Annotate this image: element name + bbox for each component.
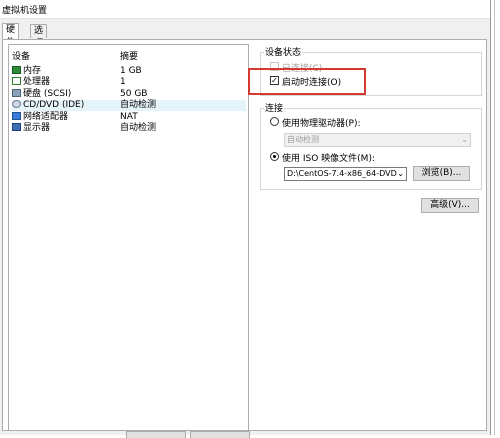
- device-row-cd-dvd[interactable]: CD/DVD (IDE) 自动检测: [12, 100, 246, 111]
- window-edge: [491, 0, 500, 435]
- iso-path-combo[interactable]: D:\CentOS-7.4-x86_64-DVD ⌄: [284, 167, 407, 181]
- device-row-network-adapter[interactable]: 网络适配器 NAT: [12, 112, 246, 123]
- device-name: 显示器: [23, 123, 51, 133]
- device-row-processor[interactable]: 处理器 1: [12, 77, 246, 88]
- cd-dvd-icon: [12, 100, 21, 108]
- hard-disk-icon: [12, 89, 21, 97]
- device-row-hard-disk[interactable]: 硬盘 (SCSI) 50 GB: [12, 89, 246, 100]
- column-summary[interactable]: 摘要: [120, 52, 138, 63]
- column-device[interactable]: 设备: [12, 52, 30, 63]
- title-bar: 虚拟机设置: [0, 0, 490, 19]
- chevron-down-icon: ⌄: [397, 168, 404, 180]
- device-summary: NAT: [120, 112, 138, 122]
- device-summary: 50 GB: [120, 89, 148, 99]
- device-name: 网络适配器: [23, 112, 69, 122]
- iso-image-label: 使用 ISO 映像文件(M):: [282, 154, 375, 164]
- chevron-down-icon: ⌄: [461, 135, 468, 144]
- iso-image-radio[interactable]: [270, 152, 279, 161]
- connection-title: 连接: [264, 101, 285, 114]
- memory-icon: [12, 66, 21, 74]
- tab-options[interactable]: 选项: [30, 24, 48, 49]
- browse-button[interactable]: 浏览(B)...: [413, 166, 470, 181]
- device-list: 设备 摘要 内存 1 GB 处理器 1 硬盘 (SCSI) 50 GB CD/D…: [8, 44, 249, 431]
- device-row-memory[interactable]: 内存 1 GB: [12, 66, 246, 77]
- advanced-button[interactable]: 高级(V)...: [421, 198, 479, 213]
- tab-hardware[interactable]: 硬件: [2, 23, 20, 48]
- device-row-display[interactable]: 显示器 自动检测: [12, 123, 246, 134]
- annotation-highlight-box: [248, 68, 366, 95]
- device-name: 硬盘 (SCSI): [23, 89, 72, 99]
- device-summary: 自动检测: [120, 100, 157, 110]
- device-status-title: 设备状态: [264, 45, 303, 58]
- network-adapter-icon: [12, 112, 21, 120]
- device-summary: 1: [120, 77, 126, 87]
- device-summary: 自动检测: [120, 123, 157, 133]
- device-list-header: 设备 摘要: [12, 52, 246, 63]
- physical-drive-select[interactable]: 自动检测 ⌄: [284, 133, 471, 147]
- iso-path-value: D:\CentOS-7.4-x86_64-DVD: [287, 169, 397, 178]
- device-name: 内存: [23, 66, 42, 76]
- physical-drive-label: 使用物理驱动器(P):: [282, 119, 361, 129]
- vm-settings-window: 虚拟机设置 硬件 选项 设备 摘要 内存 1 GB 处理器 1 硬盘 (SCSI…: [0, 0, 491, 438]
- device-summary: 1 GB: [120, 66, 142, 76]
- display-icon: [12, 123, 21, 131]
- device-name: 处理器: [23, 77, 51, 87]
- device-name: CD/DVD (IDE): [23, 100, 85, 110]
- window-title: 虚拟机设置: [2, 6, 48, 16]
- processor-icon: [12, 77, 21, 85]
- physical-drive-radio[interactable]: [270, 117, 279, 126]
- physical-drive-value: 自动检测: [287, 135, 319, 144]
